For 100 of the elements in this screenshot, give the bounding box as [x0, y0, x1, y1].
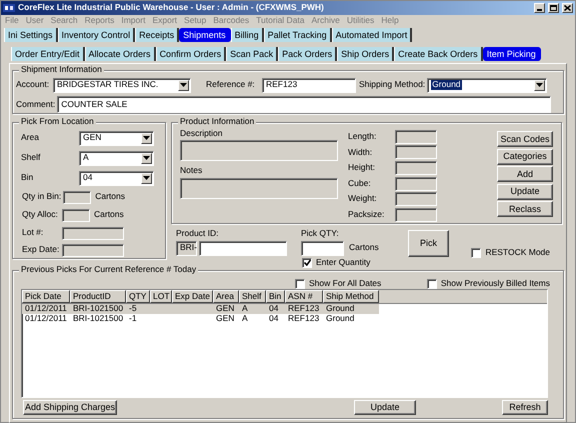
unit-label: Cartons: [94, 210, 124, 220]
product-button[interactable]: Scan Codes: [497, 131, 553, 147]
measurement-field: [395, 192, 437, 206]
column-header[interactable]: Pick Date: [22, 290, 70, 303]
group-title: Pick From Location: [19, 117, 96, 127]
action-button[interactable]: Add Shipping Charges: [23, 400, 117, 415]
window-title: CoreFlex Lite Industrial Public Warehouse - User : Admin - (CFXWMS_PWH): [18, 3, 325, 13]
field-label: Qty in Bin:: [22, 192, 62, 202]
table-cell-text: -1: [128, 314, 138, 324]
table-cell-text: A: [241, 314, 249, 324]
table-cell-text: REF123: [287, 314, 320, 324]
table-cell-text: BRI-1021500: [72, 314, 124, 324]
tab[interactable]: Item Picking: [482, 47, 541, 61]
column-header[interactable]: LOT: [150, 290, 172, 303]
tab[interactable]: Ini Settings: [4, 28, 58, 42]
tab[interactable]: Create Back Orders: [394, 47, 483, 61]
measurement-field: [395, 130, 437, 144]
tab[interactable]: Allocate Orders: [84, 47, 156, 61]
table-cell-text: Ground: [325, 304, 356, 314]
tab[interactable]: Automated Import: [332, 28, 412, 42]
column-header[interactable]: ASN #: [285, 290, 323, 303]
checkbox-label: Show For All Dates: [309, 278, 382, 288]
field-label: Weight:: [348, 194, 378, 204]
tab[interactable]: Pallet Tracking: [264, 28, 332, 42]
field-label: Height:: [348, 163, 376, 173]
field-label: Exp Date:: [22, 245, 60, 255]
column-header[interactable]: Bin: [266, 290, 285, 303]
reference-field[interactable]: REF123: [262, 78, 356, 92]
shipping-method-dropdown[interactable]: Ground: [427, 78, 548, 92]
product-button[interactable]: Categories: [497, 148, 553, 164]
app-icon: [3, 3, 15, 13]
table-row[interactable]: 01/12/2011 BRI-1021500 -5 GEN A 04 REF123 Ground: [22, 304, 379, 314]
field-label: Product ID:: [176, 229, 220, 239]
table-cell-text: Ground: [325, 314, 356, 324]
column-header[interactable]: ProductID: [70, 290, 126, 303]
action-button[interactable]: Refresh: [502, 400, 548, 415]
dropdown-arrow-icon[interactable]: [180, 83, 187, 87]
unit-label: Cartons: [349, 243, 379, 254]
location-dropdown[interactable]: 04: [79, 170, 154, 186]
field-label: Reference #:: [206, 80, 256, 90]
tab[interactable]: Pack Orders: [278, 47, 338, 61]
column-header[interactable]: Ship Method: [323, 290, 379, 303]
quantity-field: [63, 190, 92, 204]
location-dropdown[interactable]: GEN: [79, 130, 154, 146]
prefix-field: BRI-: [176, 240, 197, 256]
account-dropdown[interactable]: BRIDGESTAR TIRES INC.: [53, 78, 191, 92]
checkbox[interactable]: [295, 278, 305, 288]
comment-field[interactable]: COUNTER SALE: [57, 96, 551, 113]
field-label: Bin: [21, 173, 34, 183]
product-button[interactable]: Reclass: [497, 201, 553, 217]
column-header[interactable]: QTY: [126, 290, 150, 303]
pick-qty-field[interactable]: [301, 240, 344, 256]
checkbox-label: RESTOCK Mode: [485, 248, 550, 258]
measurement-field: [395, 145, 437, 160]
field-label: Length:: [348, 132, 378, 142]
product-id-field[interactable]: [199, 240, 287, 256]
tab[interactable]: Shipments: [179, 28, 231, 42]
measurement-field: [395, 160, 437, 175]
field-label: Qty Alloc:: [22, 210, 59, 220]
unit-label: Cartons: [95, 192, 125, 202]
table-cell-text: BRI-1021500: [72, 304, 124, 314]
table-cell-text: 04: [268, 304, 280, 314]
column-header[interactable]: Area: [213, 290, 239, 303]
field-label: Comment:: [16, 100, 56, 110]
table-cell-text: A: [241, 304, 249, 314]
tab[interactable]: Confirm Orders: [156, 47, 226, 61]
action-button[interactable]: Update: [354, 400, 416, 415]
pick-button[interactable]: Pick: [408, 230, 449, 257]
group-title: Previous Picks For Current Reference # Today: [19, 265, 198, 275]
tab[interactable]: Billing: [230, 28, 264, 42]
tab[interactable]: Inventory Control: [58, 28, 136, 42]
field-label: Account:: [16, 80, 50, 90]
product-button[interactable]: Update: [497, 184, 553, 200]
table-row[interactable]: 01/12/2011 BRI-1021500 -1 GEN A 04 REF123 Ground: [22, 314, 379, 324]
dropdown-arrow-icon[interactable]: [143, 176, 150, 180]
table-cell-text: -5: [128, 304, 138, 314]
dropdown-arrow-icon[interactable]: [143, 136, 150, 140]
location-dropdown[interactable]: A: [79, 150, 154, 166]
product-button[interactable]: Add: [497, 166, 553, 182]
column-header[interactable]: Exp Date: [172, 290, 213, 303]
tab[interactable]: Ship Orders: [337, 47, 394, 61]
dropdown-arrow-icon[interactable]: [143, 156, 150, 160]
checkbox[interactable]: [471, 248, 482, 258]
field-label: Cube:: [348, 178, 372, 188]
tab[interactable]: Receipts: [135, 28, 180, 42]
quantity-field: [62, 208, 90, 222]
table-cell-text: GEN: [215, 314, 236, 324]
minimize-button[interactable]: [534, 3, 545, 13]
field-label: Area: [21, 133, 40, 143]
close-icon: [564, 5, 571, 11]
maximize-button[interactable]: [548, 3, 559, 13]
close-button[interactable]: [562, 3, 573, 13]
maximize-icon: [550, 5, 557, 11]
field-label: Notes: [180, 166, 204, 176]
dropdown-arrow-icon[interactable]: [536, 83, 544, 87]
column-header[interactable]: Shelf: [239, 290, 266, 303]
tab[interactable]: Order Entry/Edit: [11, 47, 85, 61]
checkbox[interactable]: [426, 278, 437, 288]
tab[interactable]: Scan Pack: [226, 47, 278, 61]
checkbox[interactable]: [302, 258, 312, 268]
